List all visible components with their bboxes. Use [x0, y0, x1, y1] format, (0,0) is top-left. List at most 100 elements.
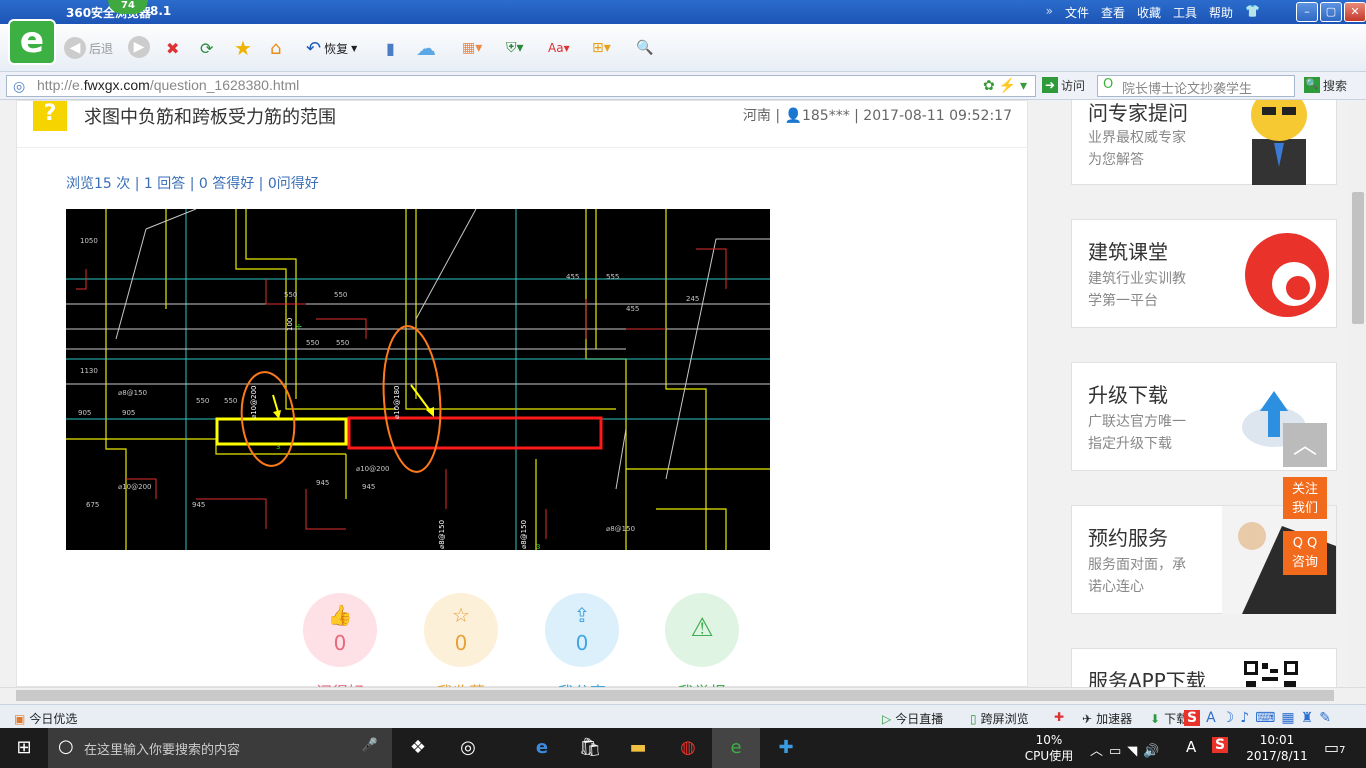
toolbar: ◀ 后退 ▶ ✖ ⟳ ★ ⌂ ↶ 恢复 ▼ ▮ ☁ ▦▾ ⛨▾ Aa▾ ⊞▾ 🔍 — [0, 24, 1366, 72]
report-button[interactable]: ⚠ 我举报 — [665, 593, 739, 687]
search-input[interactable]: O 院长博士论文抄袭学生 — [1097, 75, 1295, 97]
file-explorer-icon[interactable]: ▬ — [614, 728, 662, 768]
url-path: /question_1628380.html — [149, 77, 300, 93]
share-button[interactable]: ⇪ 0 我分享 — [545, 593, 619, 687]
task-view-icon[interactable]: ❖ — [394, 728, 442, 768]
svg-text:455: 455 — [626, 305, 639, 313]
sidebar-heading: 预约服务 — [1088, 526, 1168, 550]
cad-drawing: 1050 1130 ⌀8@150 905 905 550 550 550 550 550 550 ⌀… — [66, 209, 770, 550]
tray-icons[interactable]: ︿▭◥🔊 — [1090, 740, 1165, 759]
vertical-scrollbar[interactable] — [1350, 100, 1366, 687]
today-picks[interactable]: ▣ 今日优选 — [14, 710, 77, 727]
shield-icon[interactable]: ⛨▾ — [506, 36, 524, 60]
cpu-meter[interactable]: 10% CPU使用 — [1024, 732, 1074, 764]
app-plus-icon[interactable]: ✚ — [762, 728, 810, 768]
vertical-scroll-thumb[interactable] — [1352, 192, 1364, 324]
svg-text:550: 550 — [336, 339, 349, 347]
cross-screen-button[interactable]: ▯ 跨屏浏览 — [970, 710, 1029, 727]
browser-app-icon[interactable]: ◎ — [444, 728, 492, 768]
phone-icon[interactable]: ▮ — [386, 36, 395, 60]
collect-button[interactable]: ☆ 0 我收藏 — [424, 593, 498, 687]
search-placeholder: 院长博士论文抄袭学生 — [1122, 82, 1253, 97]
sidebar-card-class[interactable]: 建筑课堂 建筑行业实训教 学第一平台 — [1071, 219, 1337, 328]
zoom-icon[interactable]: 🔍 — [636, 36, 653, 60]
forward-icon[interactable]: ▶ — [128, 36, 150, 58]
home-icon[interactable]: ⌂ — [270, 36, 281, 60]
windows-start-icon[interactable]: ⊞ — [0, 728, 48, 768]
edge-icon[interactable]: e — [518, 728, 566, 768]
svg-text:1130: 1130 — [80, 367, 98, 375]
cad-drawing-image[interactable]: 1050 1130 ⌀8@150 905 905 550 550 550 550 550 550 ⌀… — [66, 209, 770, 550]
refresh-icon[interactable]: ⟳ — [200, 36, 213, 60]
menu-help[interactable]: 帮助 — [1209, 4, 1233, 21]
dropdown-icon: ▼ — [351, 43, 358, 53]
sogou-tray-icon[interactable]: S — [1212, 737, 1229, 753]
plugin-icon[interactable]: ✚ — [1054, 710, 1064, 724]
taskbar-search-input[interactable]: ○ 在这里输入你要搜索的内容 🎤 — [48, 728, 392, 768]
close-button[interactable]: ✕ — [1344, 2, 1366, 22]
question-icon: ? — [33, 101, 67, 131]
clock[interactable]: 10:01 2017/8/11 — [1244, 732, 1310, 764]
skin-icon[interactable]: 👕 — [1245, 4, 1260, 21]
ime-toolbar[interactable]: S A ☽ ♪ ⌨ ▦ ♜ ✎ — [1184, 710, 1331, 726]
minimize-button[interactable]: – — [1296, 2, 1318, 22]
question-stats[interactable]: 浏览15 次 | 1 回答 | 0 答得好 | 0问得好 — [66, 173, 319, 193]
rocket-icon: ✈ — [1082, 711, 1093, 726]
grid-icon: ▦ — [1281, 710, 1295, 726]
address-row: ◎ http://e.fwxgx.com/question_1628380.ht… — [0, 72, 1366, 100]
play-icon: ▷ — [882, 711, 892, 726]
address-bar[interactable]: ◎ http://e.fwxgx.com/question_1628380.ht… — [6, 75, 1036, 97]
360-guard-icon[interactable]: ◍ — [664, 728, 712, 768]
store-icon[interactable]: 🛍 — [566, 728, 614, 768]
sidebar-heading: 升级下载 — [1088, 383, 1168, 407]
restore-button[interactable]: ↶ 恢复 ▼ — [306, 36, 357, 60]
svg-text:3: 3 — [536, 543, 540, 550]
share-label: 我分享 — [535, 679, 629, 687]
svg-text:905: 905 — [122, 409, 135, 417]
sidebar-desc: 广联达官方唯一 — [1088, 414, 1186, 430]
svg-text:⌀10@200: ⌀10@200 — [356, 465, 389, 473]
like-button[interactable]: 👍 0 问得好 — [303, 593, 377, 687]
maximize-button[interactable]: ▢ — [1320, 2, 1342, 22]
svg-text:⌀8@150: ⌀8@150 — [118, 389, 147, 397]
apps-grid-icon[interactable]: ▦▾ — [462, 36, 482, 60]
collect-count: 0 — [454, 631, 468, 655]
sidebar-card-app[interactable]: 服务APP下载 — [1071, 648, 1337, 687]
cloud-icon[interactable]: ☁ — [416, 36, 436, 60]
translate-icon[interactable]: Aa▾ — [548, 36, 570, 60]
follow-label: 关注 — [1291, 482, 1318, 497]
speed-icon[interactable]: ✿ ⚡ ▾ — [983, 77, 1027, 94]
svg-text:⌀10@180: ⌀10@180 — [393, 386, 401, 419]
download-button[interactable]: ⬇ 下载 — [1150, 710, 1188, 727]
menu-tools[interactable]: 工具 — [1173, 4, 1197, 21]
menu-view[interactable]: 查看 — [1101, 4, 1125, 21]
menu-file[interactable]: 文件 — [1065, 4, 1089, 21]
back-to-top-button[interactable]: ︿ — [1283, 423, 1327, 467]
qq-consult-button[interactable]: Q Q 咨询 — [1283, 531, 1327, 575]
expert-mascot-icon — [1251, 100, 1307, 185]
back-button[interactable]: ◀ 后退 — [64, 36, 113, 60]
sidebar-card-expert[interactable]: 问专家提问 业界最权威专家 为您解答 — [1071, 100, 1337, 185]
sidebar-desc: 诺心连心 — [1088, 579, 1144, 595]
sidebar-desc: 业界最权威专家 — [1088, 130, 1186, 146]
search-button[interactable]: 🔍 搜索 — [1304, 77, 1347, 94]
back-label: 后退 — [89, 41, 114, 56]
live-button[interactable]: ▷ 今日直播 — [882, 710, 943, 727]
browser-logo[interactable]: e — [8, 19, 56, 65]
menu-favorites[interactable]: 收藏 — [1137, 4, 1161, 21]
ime-indicator[interactable]: A — [1186, 738, 1196, 756]
horizontal-scroll-thumb[interactable] — [16, 690, 1334, 701]
sidebar-desc: 服务面对面，承 — [1088, 557, 1186, 573]
favorite-star-icon[interactable]: ★ — [234, 36, 252, 60]
360-browser-task-icon[interactable]: e — [712, 728, 760, 768]
cpu-label: CPU使用 — [1024, 749, 1074, 763]
go-button[interactable]: ➜ 访问 — [1042, 77, 1085, 94]
accelerator-button[interactable]: ✈ 加速器 — [1082, 710, 1132, 727]
follow-us-button[interactable]: 关注 我们 — [1283, 477, 1327, 519]
clock-time: 10:01 — [1259, 733, 1295, 747]
svg-text:⌀10@200: ⌀10@200 — [118, 483, 151, 491]
notification-center[interactable]: ▭7 — [1324, 738, 1346, 757]
stop-icon[interactable]: ✖ — [166, 36, 179, 60]
chevron-icon: » — [1045, 4, 1053, 18]
screenshot-icon[interactable]: ⊞▾ — [592, 36, 611, 60]
